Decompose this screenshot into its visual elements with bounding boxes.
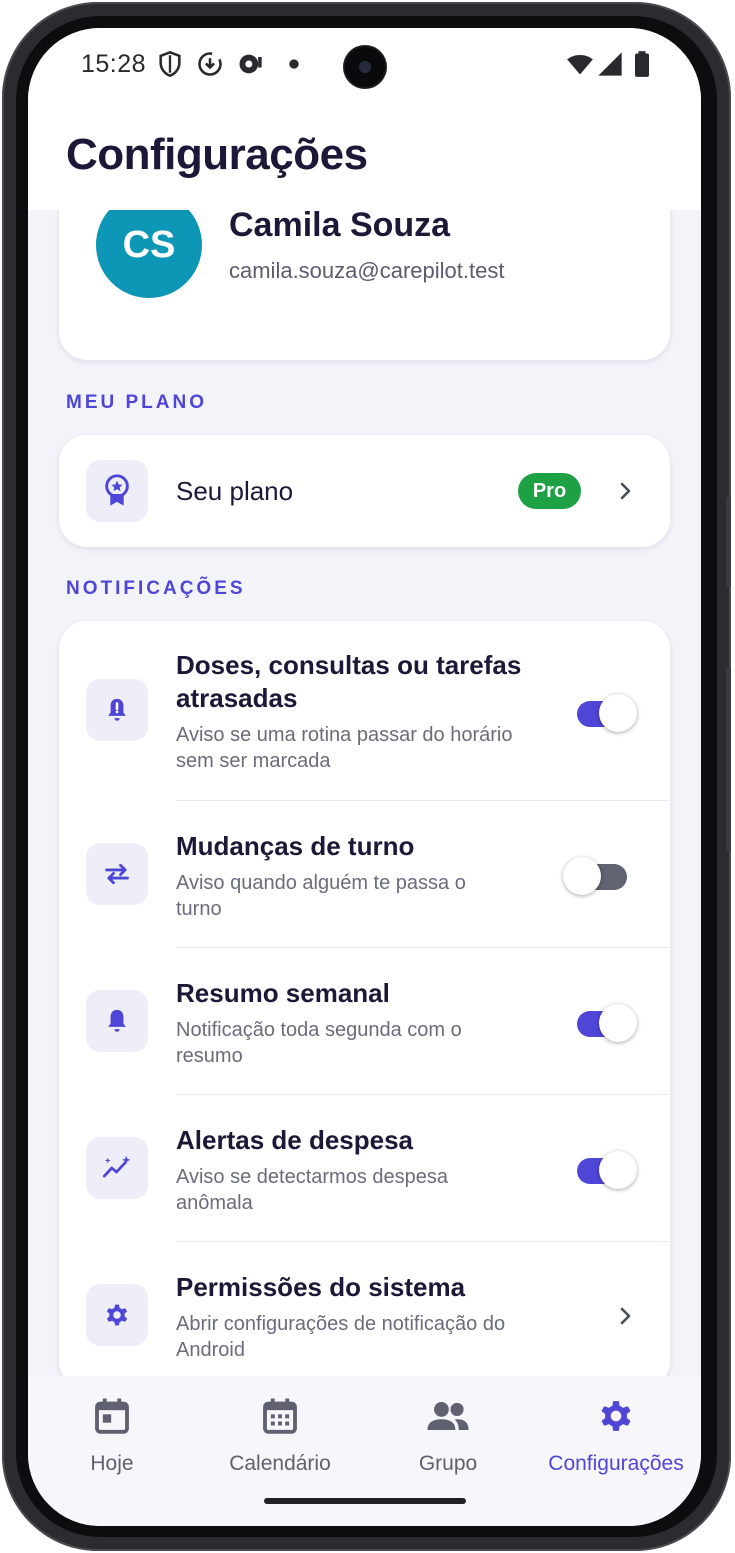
row-icon-box <box>86 1284 148 1346</box>
nav-item-settings[interactable]: Configurações <box>532 1396 700 1486</box>
profile-card[interactable]: CS Camila Souza camila.souza@carepilot.t… <box>59 210 670 360</box>
toggle-expense-alerts[interactable] <box>575 1148 639 1189</box>
row-title: Resumo semanal <box>176 978 390 1008</box>
avatar: CS <box>96 210 202 298</box>
notification-row-weekly[interactable]: Resumo semanal Notificação toda segunda … <box>59 948 670 1095</box>
nav-label: Hoje <box>90 1452 134 1475</box>
chevron-right-icon <box>620 1307 631 1325</box>
status-bar: 15:28 <box>28 28 701 108</box>
notification-row-overdue[interactable]: Doses, consultas ou tarefas atrasadas Av… <box>59 621 670 801</box>
row-subtitle: Aviso se detectarmos despesa anômala <box>176 1166 449 1214</box>
row-title: Mudanças de turno <box>176 831 415 861</box>
profile-card-body: CS Camila Souza camila.souza@carepilot.t… <box>59 210 670 360</box>
swap-arrows-icon <box>105 863 129 885</box>
battery-icon <box>635 51 649 77</box>
row-icon-box <box>86 1137 148 1199</box>
notification-row-system-permissions[interactable]: Permissões do sistema Abrir configuraçõe… <box>59 1242 670 1376</box>
shield-icon <box>159 50 181 78</box>
plan-card[interactable]: Seu plano Pro <box>59 435 670 547</box>
row-icon-box <box>86 679 148 741</box>
download-sync-icon <box>198 52 222 76</box>
row-subtitle: Aviso se uma rotina passar do horário se… <box>176 724 513 772</box>
bell-icon <box>108 1009 126 1032</box>
status-time: 15:28 <box>81 50 147 78</box>
calendar-today-icon <box>95 1398 129 1434</box>
row-icon-box <box>86 990 148 1052</box>
calendar-month-icon <box>263 1398 297 1434</box>
notifications-card: Doses, consultas ou tarefas atrasadas Av… <box>59 621 670 1376</box>
row-icon-box <box>86 843 148 905</box>
app-header: Configurações <box>28 108 701 210</box>
row-title: Alertas de despesa <box>176 1125 414 1155</box>
nav-label: Grupo <box>418 1452 478 1475</box>
notification-row-expense[interactable]: Alertas de despesa Aviso se detectarmos … <box>59 1095 670 1242</box>
plan-title: Seu plano <box>176 476 294 506</box>
home-indicator[interactable] <box>264 1498 466 1504</box>
row-subtitle: Aviso quando alguém te passa o turno <box>176 872 466 920</box>
chevron-right-icon <box>620 482 631 500</box>
row-title: Permissões do sistema <box>176 1272 466 1302</box>
settings-content[interactable]: CS Camila Souza camila.souza@carepilot.t… <box>28 210 701 1376</box>
nav-label: Configurações <box>548 1452 684 1475</box>
nav-item-calendar[interactable]: Calendário <box>196 1396 364 1486</box>
power-button <box>726 667 731 852</box>
cellular-signal-icon <box>598 52 622 76</box>
group-icon <box>427 1402 469 1430</box>
nav-item-today[interactable]: Hoje <box>28 1396 196 1486</box>
gear-icon <box>106 1304 128 1326</box>
toggle-overdue[interactable] <box>575 691 639 732</box>
screen: 15:28 Configurações CS Camila Souza cami… <box>28 28 701 1526</box>
notification-row-shift[interactable]: Mudanças de turno Aviso quando alguém te… <box>59 801 670 948</box>
front-camera <box>345 47 385 87</box>
trend-sparkle-icon <box>102 1155 131 1178</box>
wifi-icon <box>567 54 593 75</box>
profile-email: camila.souza@carepilot.test <box>229 258 505 283</box>
dot-icon <box>289 59 299 69</box>
gear-icon <box>601 1401 631 1431</box>
chat-bubble-icon <box>239 54 262 74</box>
profile-name: Camila Souza <box>229 210 451 244</box>
toggle-shift-changes[interactable] <box>563 854 629 895</box>
row-subtitle: Notificação toda segunda com o resumo <box>176 1019 462 1067</box>
toggle-weekly-summary[interactable] <box>575 1001 639 1042</box>
page-title: Configurações <box>66 130 368 179</box>
nav-label: Calendário <box>229 1452 331 1475</box>
plan-icon-box <box>86 460 148 522</box>
volume-button <box>726 497 731 587</box>
bell-alert-icon <box>108 698 126 721</box>
row-title: Doses, consultas ou tarefas atrasadas <box>176 650 522 713</box>
nav-item-group[interactable]: Grupo <box>364 1396 532 1486</box>
section-label-plan: MEU PLANO <box>66 392 207 413</box>
section-label-notifications: NOTIFICAÇÕES <box>66 578 246 599</box>
award-ribbon-icon <box>105 474 129 506</box>
pro-badge: Pro <box>518 473 581 509</box>
row-subtitle: Abrir configurações de notificação do An… <box>176 1313 506 1361</box>
